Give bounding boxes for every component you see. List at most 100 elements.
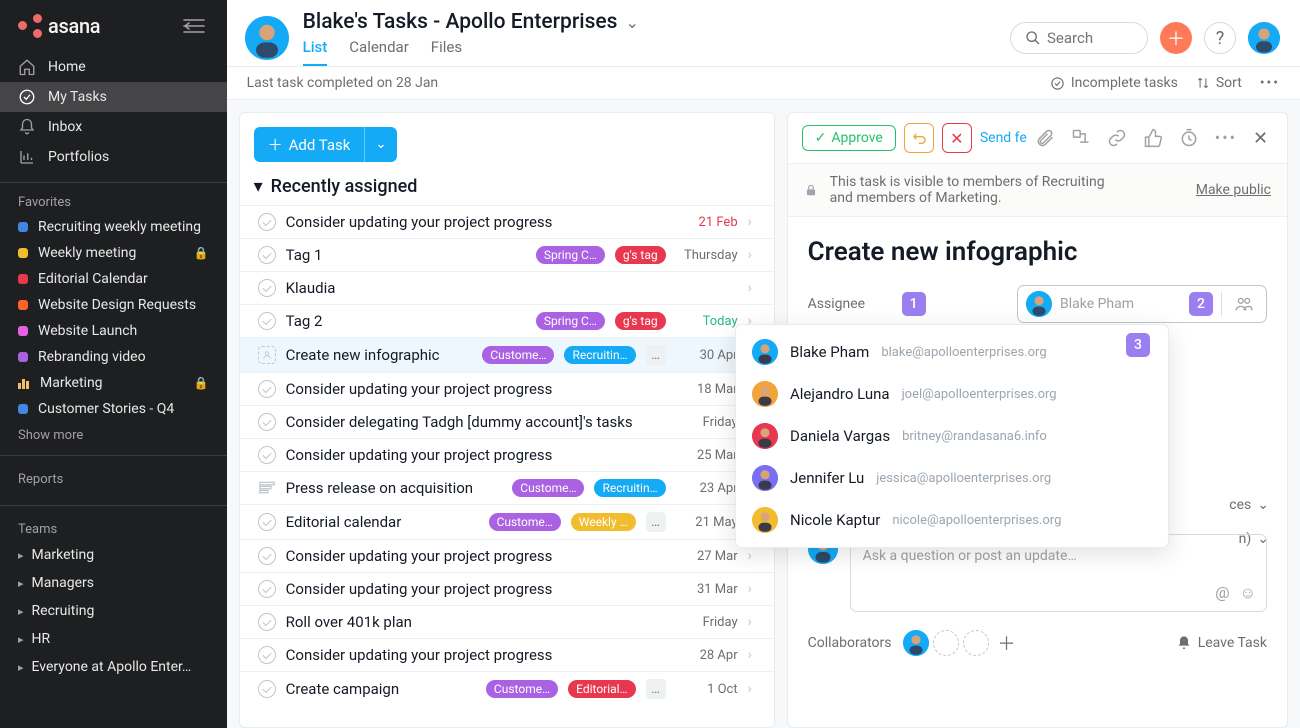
sidebar-favorite[interactable]: Weekly meeting🔒 <box>0 240 227 266</box>
add-collaborator-slot[interactable] <box>963 630 989 656</box>
sidebar-favorite[interactable]: Marketing🔒 <box>0 370 227 396</box>
more-projects-icon[interactable]: … <box>646 512 666 532</box>
complete-checkbox[interactable] <box>258 446 276 464</box>
assignee-placeholder-icon[interactable] <box>258 346 276 364</box>
reject-button[interactable]: ✕ <box>942 123 972 153</box>
sidebar-team[interactable]: ▸Managers <box>0 569 227 597</box>
sidebar-favorite[interactable]: Recruiting weekly meeting <box>0 214 227 240</box>
complete-checkbox[interactable] <box>258 380 276 398</box>
project-pill[interactable]: Editorial… <box>568 680 636 698</box>
task-row[interactable]: Create campaignCustome…Editorial……1 Oct› <box>240 671 774 706</box>
add-collaborator-slot[interactable] <box>933 630 959 656</box>
project-pill[interactable]: Custome… <box>489 513 561 531</box>
show-more-link[interactable]: Show more <box>0 422 227 449</box>
sidebar-favorite[interactable]: Customer Stories - Q4 <box>0 396 227 422</box>
emoji-icon[interactable]: ☺ <box>1240 583 1256 603</box>
add-task-dropdown[interactable]: ⌄ <box>364 127 396 162</box>
tab-list[interactable]: List <box>303 38 328 66</box>
chevron-down-icon[interactable]: ⌄ <box>625 13 638 32</box>
filter-incomplete[interactable]: Incomplete tasks <box>1050 75 1178 91</box>
task-row[interactable]: Editorial calendarCustome…Weekly ……21 Ma… <box>240 504 774 539</box>
task-row[interactable]: Consider updating your project progress1… <box>240 372 774 405</box>
nav-my-tasks[interactable]: My Tasks <box>0 82 227 112</box>
sidebar-team[interactable]: ▸Marketing <box>0 541 227 569</box>
collaborator-avatar[interactable] <box>903 630 929 656</box>
complete-checkbox[interactable] <box>258 413 276 431</box>
search-box[interactable] <box>1010 22 1148 54</box>
task-row[interactable]: Klaudia› <box>240 271 774 304</box>
complete-checkbox[interactable] <box>258 279 276 297</box>
task-title[interactable]: Create new infographic <box>808 237 1267 267</box>
task-row[interactable]: Consider updating your project progress2… <box>240 638 774 671</box>
chevron-right-icon[interactable]: › <box>748 681 762 697</box>
project-pill[interactable]: Custome… <box>482 346 554 364</box>
link-icon[interactable] <box>1107 128 1127 148</box>
complete-checkbox[interactable] <box>258 312 276 330</box>
complete-checkbox[interactable] <box>258 580 276 598</box>
complete-checkbox[interactable] <box>258 613 276 631</box>
approve-button[interactable]: ✓ Approve <box>802 125 896 151</box>
add-collaborator-button[interactable]: ＋ <box>993 630 1019 656</box>
more-projects-icon[interactable]: … <box>646 345 666 365</box>
project-pill[interactable]: Spring C… <box>536 312 605 330</box>
complete-checkbox[interactable] <box>258 213 276 231</box>
me-avatar[interactable] <box>1248 22 1280 54</box>
assignee-option[interactable]: Jennifer Lujessica@apolloenterprises.org <box>736 457 1168 499</box>
task-row[interactable]: Consider updating your project progress2… <box>240 205 774 238</box>
global-add-button[interactable]: ＋ <box>1160 22 1192 54</box>
timer-icon[interactable] <box>1179 128 1199 148</box>
send-feedback-link[interactable]: Send fe <box>980 130 1027 146</box>
sidebar-favorite[interactable]: Website Design Requests <box>0 292 227 318</box>
task-row[interactable]: Roll over 401k planFriday› <box>240 605 774 638</box>
assignee-option[interactable]: Daniela Vargasbritney@randasana6.info <box>736 415 1168 457</box>
project-pill[interactable]: g's tag <box>615 312 666 330</box>
assignee-option[interactable]: Nicole Kapturnicole@apolloenterprises.or… <box>736 499 1168 541</box>
task-row[interactable]: Consider updating your project progress2… <box>240 438 774 471</box>
task-row[interactable]: Consider updating your project progress3… <box>240 572 774 605</box>
project-pill[interactable]: Custome… <box>486 680 558 698</box>
followers-icon[interactable] <box>1230 296 1258 312</box>
tab-files[interactable]: Files <box>431 38 462 66</box>
search-input[interactable] <box>1047 29 1129 47</box>
task-row[interactable]: Tag 1Spring C…g's tagThursday› <box>240 238 774 271</box>
nav-portfolios[interactable]: Portfolios <box>0 142 227 172</box>
like-icon[interactable] <box>1143 128 1163 148</box>
attachment-icon[interactable] <box>1035 128 1055 148</box>
assignee-option[interactable]: Blake Phamblake@apolloenterprises.org <box>736 331 1168 373</box>
sidebar-team[interactable]: ▸HR <box>0 625 227 653</box>
complete-checkbox[interactable] <box>258 680 276 698</box>
project-pill[interactable]: Recruitin… <box>594 479 665 497</box>
nav-inbox[interactable]: Inbox <box>0 112 227 142</box>
request-changes-button[interactable] <box>904 123 934 153</box>
chevron-right-icon[interactable]: › <box>748 214 762 230</box>
truncated-field-1[interactable]: ces⌄ <box>1229 497 1269 513</box>
complete-checkbox[interactable] <box>258 513 276 531</box>
milestone-icon[interactable] <box>258 479 276 497</box>
task-row[interactable]: Create new infographicCustome…Recruitin…… <box>240 337 774 372</box>
help-button[interactable]: ? <box>1204 22 1236 54</box>
sidebar-team[interactable]: ▸Everyone at Apollo Enter… <box>0 653 227 681</box>
nav-home[interactable]: Home <box>0 52 227 82</box>
chevron-right-icon[interactable]: › <box>748 614 762 630</box>
assignee-picker[interactable]: Blake Pham 2 <box>1017 285 1267 323</box>
chevron-right-icon[interactable]: › <box>748 581 762 597</box>
mention-icon[interactable]: @ <box>1215 583 1229 603</box>
subtask-icon[interactable] <box>1071 128 1091 148</box>
sort-button[interactable]: Sort <box>1196 75 1242 91</box>
complete-checkbox[interactable] <box>258 547 276 565</box>
chevron-right-icon[interactable]: › <box>748 280 762 296</box>
more-projects-icon[interactable]: … <box>646 679 666 699</box>
leave-task-button[interactable]: Leave Task <box>1176 635 1267 651</box>
project-pill[interactable]: g's tag <box>615 246 666 264</box>
project-pill[interactable]: Custome… <box>512 479 584 497</box>
sidebar-favorite[interactable]: Rebranding video <box>0 344 227 370</box>
sidebar-favorite[interactable]: Website Launch <box>0 318 227 344</box>
project-pill[interactable]: Recruitin… <box>564 346 635 364</box>
logo[interactable]: asana <box>18 14 100 38</box>
more-icon[interactable]: ••• <box>1260 75 1280 91</box>
make-public-link[interactable]: Make public <box>1196 182 1271 198</box>
complete-checkbox[interactable] <box>258 646 276 664</box>
project-pill[interactable]: Spring C… <box>536 246 605 264</box>
task-row[interactable]: Press release on acquisitionCustome…Recr… <box>240 471 774 504</box>
chevron-right-icon[interactable]: › <box>748 247 762 263</box>
